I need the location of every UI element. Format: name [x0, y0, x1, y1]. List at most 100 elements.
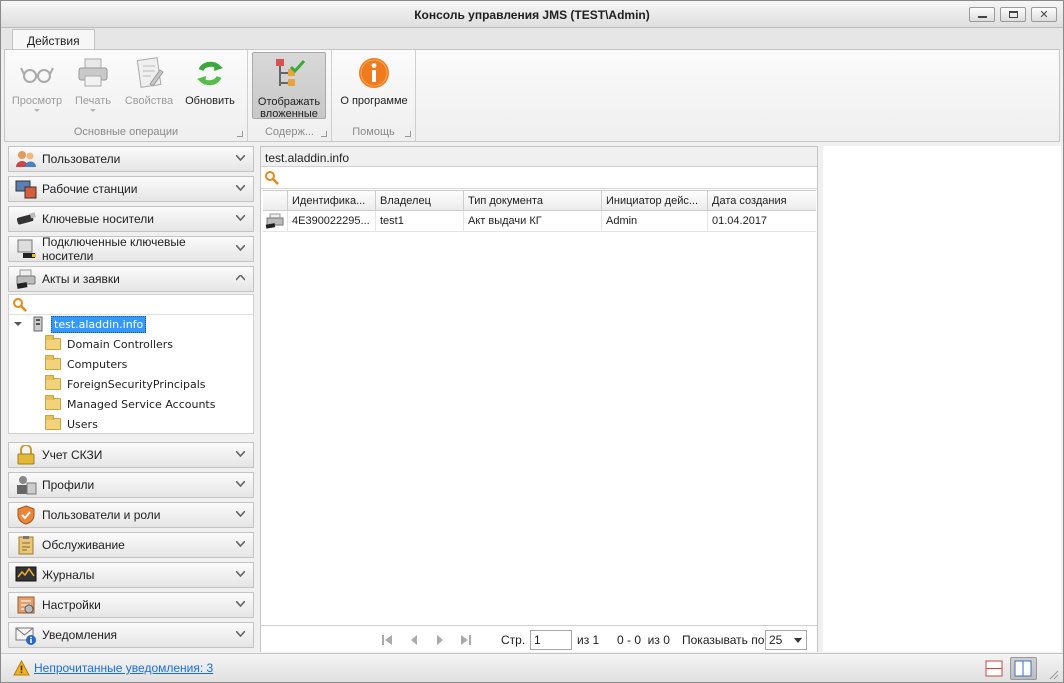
page-number-input[interactable]: 1 [530, 630, 572, 650]
cell-date: 01.04.2017 [712, 215, 768, 227]
content-search-input[interactable] [261, 167, 817, 189]
group-launcher-icon[interactable] [237, 131, 243, 137]
workstation-icon [15, 179, 37, 199]
tab-actions[interactable]: Действия [12, 29, 95, 51]
nav-notifications-label: Уведомления [42, 628, 118, 642]
warning-icon [13, 660, 30, 676]
nav-maintenance-label: Обслуживание [42, 538, 125, 552]
about-button[interactable]: О программе [336, 52, 412, 107]
minimize-icon [977, 16, 987, 18]
properties-button[interactable]: Свойства [121, 52, 177, 107]
column-header-doc-type[interactable]: Тип документа [464, 191, 602, 210]
cell-doc-type: Акт выдачи КГ [464, 211, 602, 231]
layout-vertical-button[interactable] [1010, 657, 1037, 680]
print-button[interactable]: Печать [67, 52, 119, 112]
nav-notifications[interactable]: Уведомления [8, 622, 254, 648]
chevron-down-icon [236, 571, 245, 579]
tree-root-label: test.aladdin.info [51, 315, 147, 333]
lock-icon [15, 444, 37, 465]
breadcrumb: test.aladdin.info [261, 147, 817, 167]
resize-grip-icon[interactable] [1047, 668, 1059, 680]
maximize-button[interactable] [1000, 7, 1026, 22]
page-label: Стр. [501, 633, 526, 647]
tree-item-computers[interactable]: Computers [45, 355, 127, 373]
tree-item-label: ForeignSecurityPrincipals [67, 377, 206, 391]
acts-printer-icon [15, 269, 37, 289]
info-icon [357, 56, 391, 90]
nav-skzi-label: Учет СКЗИ [42, 448, 103, 462]
dropdown-arrow-icon [90, 109, 96, 112]
ribbon-group-help-label: Помощь [352, 126, 395, 138]
nav-users[interactable]: Пользователи [8, 146, 254, 172]
tree-root[interactable]: test.aladdin.info [13, 315, 147, 333]
first-page-icon[interactable] [381, 634, 393, 646]
minimize-button[interactable] [969, 7, 995, 22]
folder-icon [45, 415, 61, 430]
search-icon [13, 298, 27, 312]
tree-item-users[interactable]: Users [45, 415, 98, 433]
nav-key-media[interactable]: Ключевые носители [8, 206, 254, 232]
column-header-id[interactable]: Идентифика... [288, 191, 376, 210]
hierarchy-checkmark-icon [272, 57, 306, 91]
column-header-date[interactable]: Дата создания [708, 191, 815, 210]
nav-settings-label: Настройки [42, 598, 101, 612]
connected-token-icon [15, 239, 37, 259]
nav-profiles[interactable]: Профили [8, 472, 254, 498]
prev-page-icon[interactable] [409, 634, 419, 646]
nav-maintenance[interactable]: Обслуживание [8, 532, 254, 558]
pager: Стр. 1 из 1 0 - 0 из 0 Показывать по 25 [261, 625, 817, 652]
profiles-icon [15, 475, 37, 495]
chevron-down-icon [236, 631, 245, 639]
documents-grid: Идентифика... Владелец Тип документа Ини… [263, 190, 816, 232]
close-button[interactable]: ✕ [1031, 7, 1057, 22]
refresh-button-label: Обновить [185, 95, 235, 107]
column-header-initiator[interactable]: Инициатор дейс... [602, 191, 708, 210]
nav-journals[interactable]: Журналы [8, 562, 254, 588]
tree-item-foreign-security-principals[interactable]: ForeignSecurityPrincipals [45, 375, 206, 393]
ribbon: Просмотр Печать Свойства Обновить Основн… [4, 49, 1060, 142]
tree-item-label: Domain Controllers [67, 337, 174, 351]
nav-workstations-label: Рабочие станции [42, 182, 138, 196]
group-launcher-icon[interactable] [405, 131, 411, 137]
table-row[interactable]: 4E390022295... test1 Акт выдачи КГ Admin… [263, 211, 816, 232]
maximize-icon [1008, 11, 1018, 18]
last-page-icon[interactable] [460, 634, 472, 646]
ribbon-tab-strip: Действия [1, 28, 1063, 51]
expand-arrow-icon[interactable] [13, 319, 23, 329]
refresh-button[interactable]: Обновить [179, 52, 241, 107]
chevron-down-icon [236, 245, 245, 253]
show-nested-toggle[interactable]: Отображать вложенные [252, 52, 326, 120]
nav-settings[interactable]: Настройки [8, 592, 254, 618]
layout-horizontal-button[interactable] [982, 658, 1006, 679]
navigation-pane: Пользователи Рабочие станции Ключевые но… [8, 146, 254, 653]
document-properties-icon [132, 56, 166, 90]
printer-icon [76, 56, 110, 90]
column-header-owner[interactable]: Владелец [376, 191, 464, 210]
nav-connected-media[interactable]: Подключенные ключевые носители [8, 235, 254, 263]
about-button-label: О программе [340, 95, 408, 107]
view-button[interactable]: Просмотр [9, 52, 65, 112]
folder-icon [45, 355, 61, 370]
tree-search-input[interactable] [9, 295, 253, 315]
cell-owner: test1 [376, 211, 464, 231]
unread-notifications-link[interactable]: Непрочитанные уведомления: 3 [34, 661, 213, 675]
grid-header: Идентифика... Владелец Тип документа Ини… [263, 190, 816, 211]
folder-icon [45, 375, 61, 390]
tree-item-domain-controllers[interactable]: Domain Controllers [45, 335, 173, 353]
tree-item-label: Managed Service Accounts [67, 397, 216, 411]
nav-users-roles[interactable]: Пользователи и роли [8, 502, 254, 528]
nav-skzi[interactable]: Учет СКЗИ [8, 442, 254, 468]
chevron-down-icon [236, 511, 245, 519]
nav-workstations[interactable]: Рабочие станции [8, 176, 254, 202]
record-range: 0 - 0 из 0 [617, 633, 670, 647]
nav-acts[interactable]: Акты и заявки [8, 266, 254, 292]
group-launcher-icon[interactable] [321, 131, 327, 137]
next-page-icon[interactable] [435, 634, 445, 646]
grid-header-icon-col [263, 191, 288, 210]
tree-item-label: Users [67, 417, 98, 431]
chevron-down-icon [236, 215, 245, 223]
tree-item-managed-service-accounts[interactable]: Managed Service Accounts [45, 395, 215, 413]
content-panel: test.aladdin.info Идентифика... Владелец… [260, 146, 818, 652]
app-window: Консоль управления JMS (TEST\Admin) ✕ Де… [0, 0, 1064, 683]
page-size-select[interactable]: 25 [765, 630, 807, 650]
